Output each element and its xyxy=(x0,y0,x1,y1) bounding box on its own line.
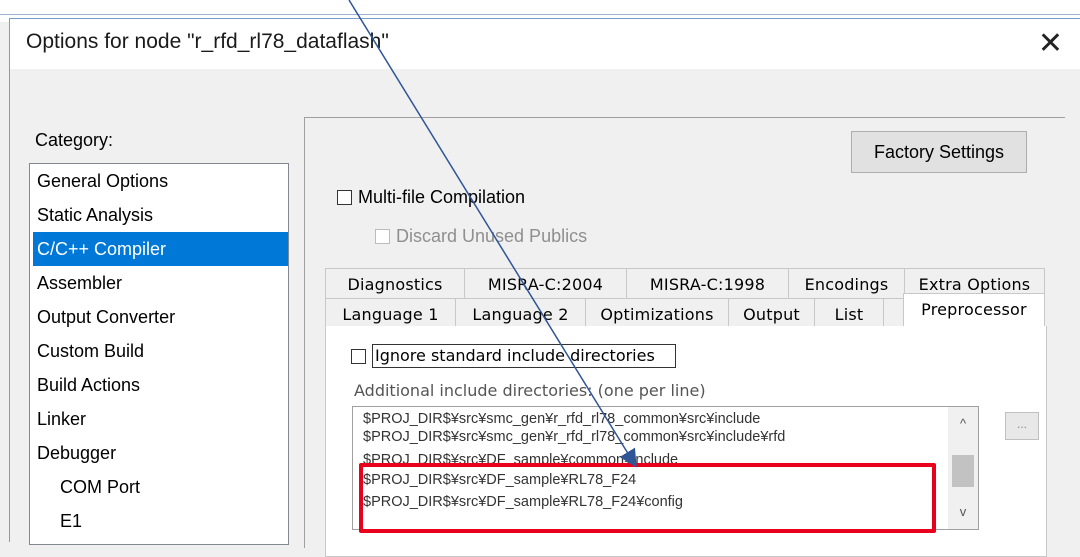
tab-optimizations[interactable]: Optimizations xyxy=(585,298,729,329)
tab-diagnostics[interactable]: Diagnostics xyxy=(325,268,465,299)
category-list[interactable]: General Options Static Analysis C/C++ Co… xyxy=(29,163,289,545)
scroll-down-icon[interactable]: v xyxy=(948,501,978,523)
category-label: Category: xyxy=(35,130,114,150)
include-dir-line: $PROJ_DIR$¥src¥smc_gen¥r_rfd_rl78_common… xyxy=(363,411,761,427)
background-window-line xyxy=(0,14,1080,15)
discard-unused-checkbox xyxy=(375,229,390,244)
category-item-e1[interactable]: E1 xyxy=(30,504,288,538)
dirs-scrollbar[interactable]: ^ v xyxy=(948,407,978,529)
ignore-standard-includes-row[interactable]: Ignore standard include directories xyxy=(351,344,676,368)
multi-file-compilation-row[interactable]: Multi-file Compilation xyxy=(337,187,525,208)
category-item-build-actions[interactable]: Build Actions xyxy=(30,368,288,402)
ignore-standard-includes-label: Ignore standard include directories xyxy=(372,344,676,368)
category-item-com-port[interactable]: COM Port xyxy=(30,470,288,504)
tab-encodings[interactable]: Encodings xyxy=(788,268,905,299)
category-item-c-cpp-compiler[interactable]: C/C++ Compiler xyxy=(33,232,288,266)
tab-preprocessor[interactable]: Preprocessor xyxy=(903,293,1045,327)
titlebar: Options for node "r_rfd_rl78_dataflash" … xyxy=(10,19,1080,69)
tab-misra-c-1998[interactable]: MISRA-C:1998 xyxy=(626,268,789,299)
category-item-general-options[interactable]: General Options xyxy=(30,164,288,198)
scroll-up-icon[interactable]: ^ xyxy=(948,413,978,435)
tab-misra-c-2004[interactable]: MISRA-C:2004 xyxy=(464,268,627,299)
highlight-annotation-box xyxy=(359,463,936,533)
additional-include-label: Additional include directories: (one per… xyxy=(354,381,706,400)
tab-language-2[interactable]: Language 2 xyxy=(455,298,586,329)
multi-file-checkbox[interactable] xyxy=(337,190,352,205)
discard-unused-label: Discard Unused Publics xyxy=(396,226,588,246)
discard-unused-row: Discard Unused Publics xyxy=(375,226,587,247)
tab-language-1[interactable]: Language 1 xyxy=(325,298,456,329)
multi-file-label: Multi-file Compilation xyxy=(358,187,526,207)
ignore-standard-includes-checkbox[interactable] xyxy=(351,348,366,364)
category-item-output-converter[interactable]: Output Converter xyxy=(30,300,288,334)
dialog-title: Options for node "r_rfd_rl78_dataflash" xyxy=(26,30,389,53)
tab-list[interactable]: List xyxy=(814,298,884,329)
scroll-thumb[interactable] xyxy=(952,455,974,487)
browse-button[interactable]: ... xyxy=(1005,412,1039,440)
category-item-static-analysis[interactable]: Static Analysis xyxy=(30,198,288,232)
category-item-assembler[interactable]: Assembler xyxy=(30,266,288,300)
category-item-debugger[interactable]: Debugger xyxy=(30,436,288,470)
category-item-custom-build[interactable]: Custom Build xyxy=(30,334,288,368)
category-item-linker[interactable]: Linker xyxy=(30,402,288,436)
tab-output[interactable]: Output xyxy=(728,298,815,329)
include-dir-line: $PROJ_DIR$¥src¥smc_gen¥r_rfd_rl78_common… xyxy=(363,429,786,445)
close-icon[interactable]: ✕ xyxy=(1038,25,1063,63)
factory-settings-button[interactable]: Factory Settings xyxy=(851,131,1027,173)
